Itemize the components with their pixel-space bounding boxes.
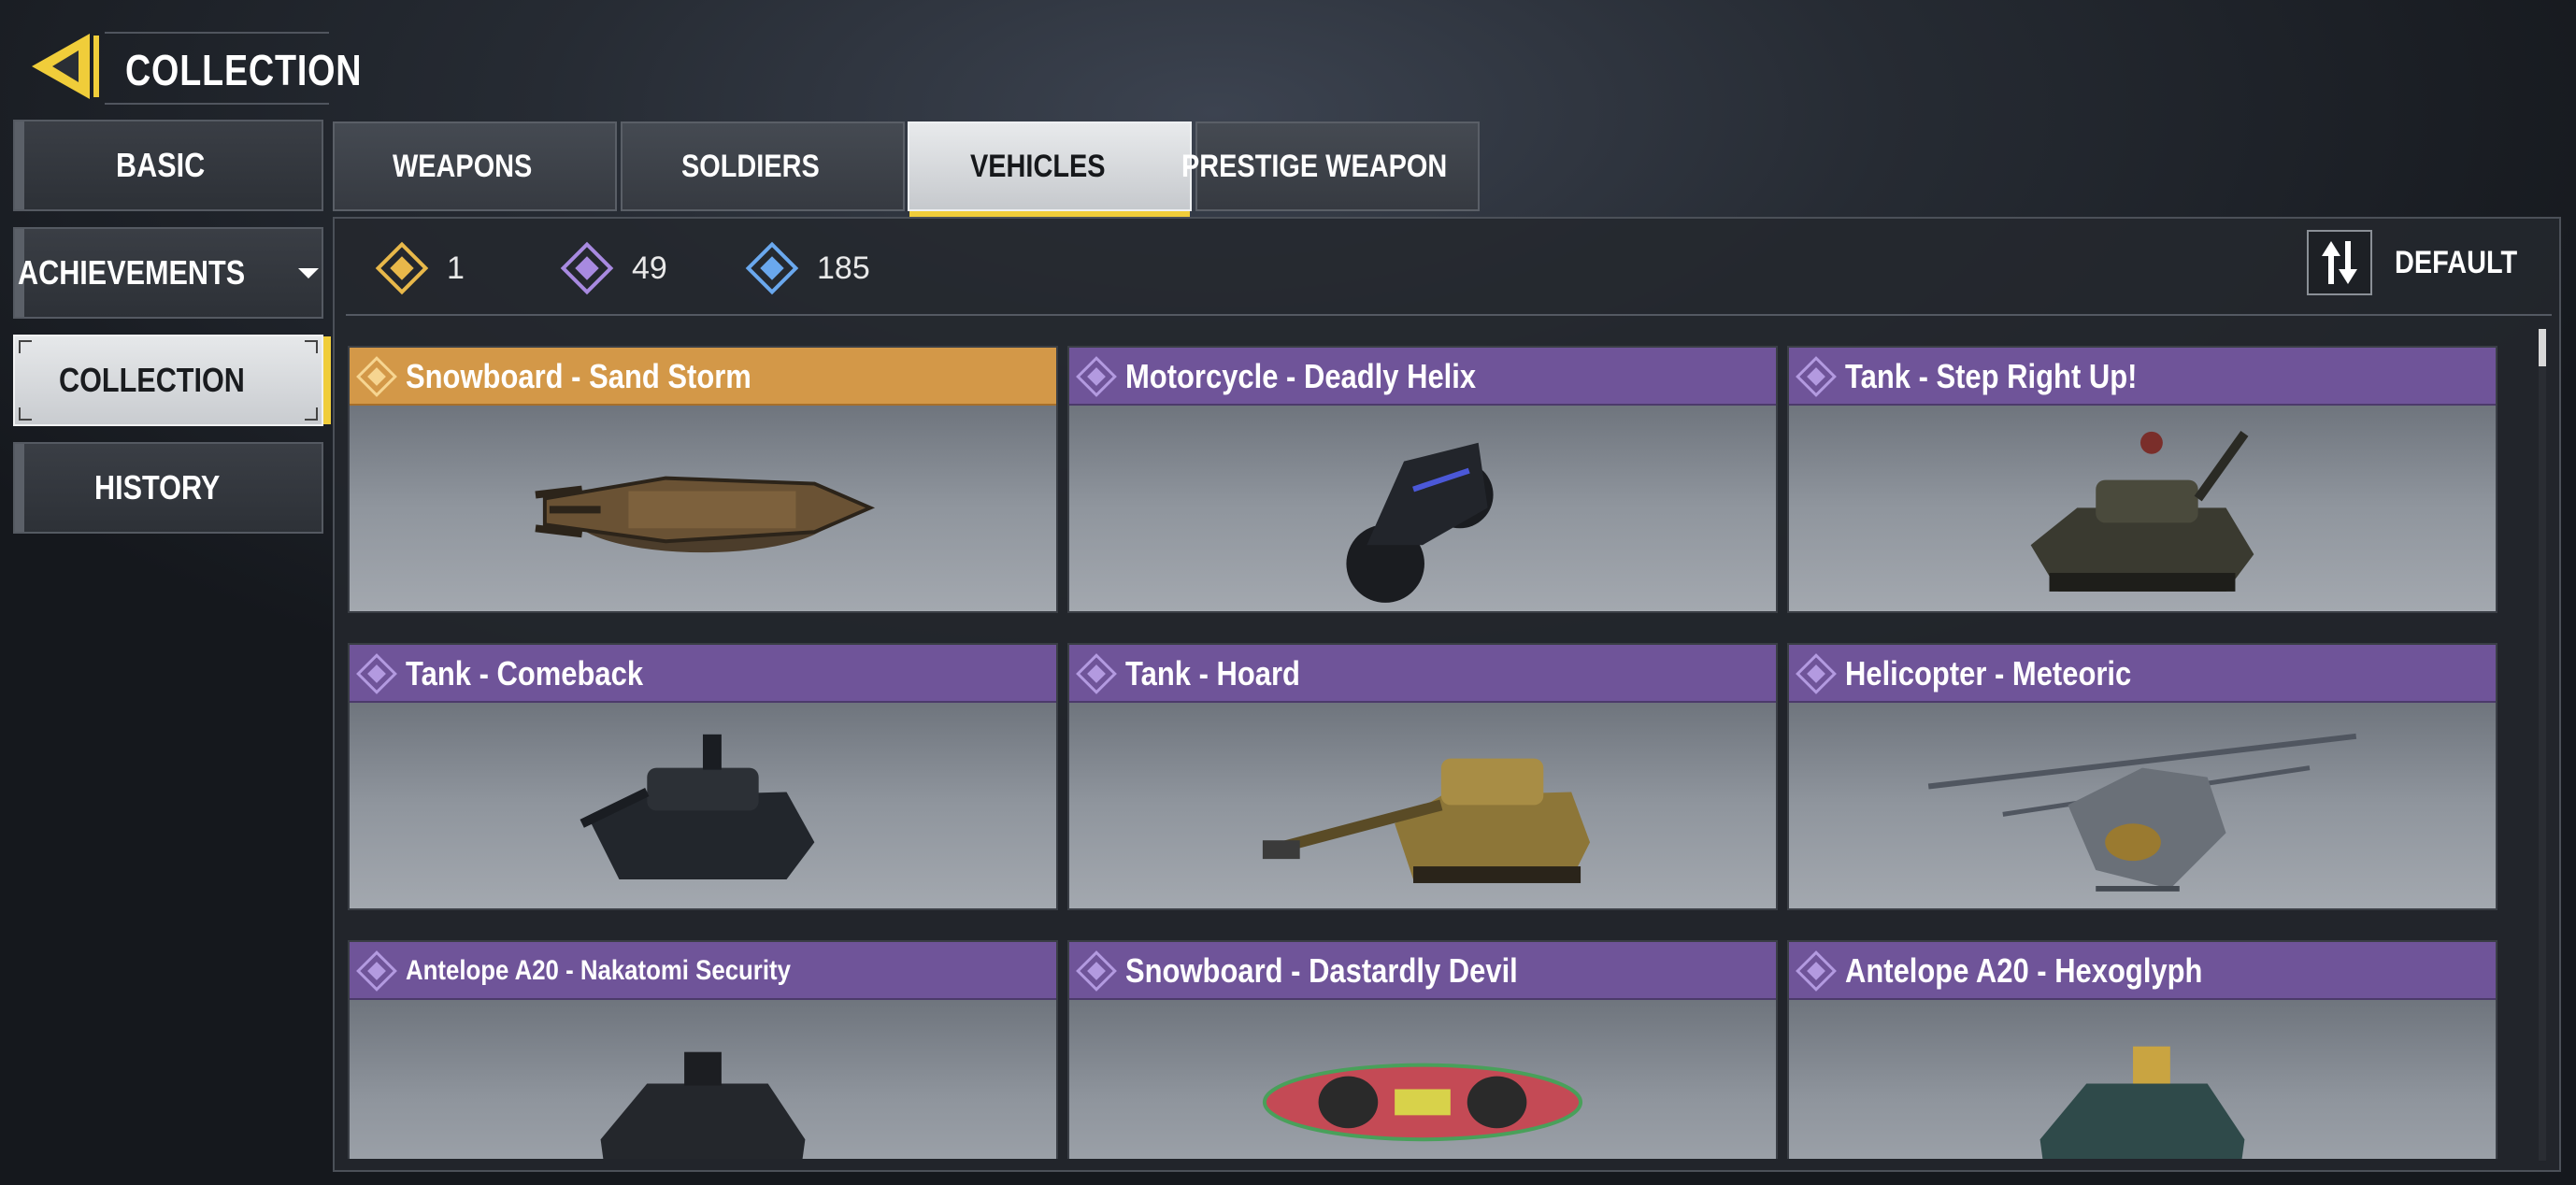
epic-diamond-icon	[1796, 356, 1837, 397]
rare-count-value: 185	[817, 250, 870, 286]
epic-count: 49	[559, 236, 667, 301]
legendary-count-value: 1	[447, 250, 465, 286]
card-title-bar: Antelope A20 - Hexoglyph	[1789, 942, 2496, 1000]
card-title-bar: Tank - Comeback	[350, 645, 1056, 703]
card-title-bar: Antelope A20 - Nakatomi Security	[350, 942, 1056, 1000]
card-title-bar: Tank - Step Right Up!	[1789, 348, 2496, 406]
card-title-bar: Tank - Hoard	[1069, 645, 1776, 703]
sidebar-item-label: BASIC	[115, 146, 206, 184]
vehicle-card-snowboard-sand-storm[interactable]: Snowboard - Sand Storm	[348, 346, 1058, 613]
card-title: Tank - Hoard	[1125, 654, 1300, 692]
card-title: Tank - Step Right Up!	[1845, 357, 2138, 395]
sidebar-item-label: ACHIEVEMENTS	[17, 253, 246, 292]
vehicle-card-antelope-a20-nakatomi-security[interactable]: Antelope A20 - Nakatomi Security	[348, 940, 1058, 1159]
epic-diamond-icon	[1796, 653, 1837, 694]
tab-label: SOLDIERS	[681, 148, 820, 184]
epic-count-value: 49	[632, 250, 667, 286]
card-title-bar: Helicopter - Meteoric	[1789, 645, 2496, 703]
rare-count: 185	[744, 236, 870, 301]
tab-weapons[interactable]: WEAPONS	[333, 121, 617, 211]
tank-image	[2030, 430, 2254, 592]
back-arrow-icon[interactable]	[28, 30, 103, 103]
epic-diamond-icon	[560, 241, 614, 295]
dropdown-caret-icon	[298, 267, 320, 278]
sidebar-item-history[interactable]: HISTORY	[13, 442, 323, 534]
epic-diamond-icon	[356, 653, 397, 694]
scrollbar-thumb[interactable]	[2539, 329, 2546, 366]
card-title: Tank - Comeback	[406, 654, 644, 692]
sidebar-item-label: COLLECTION	[59, 361, 245, 399]
snowboard-image	[535, 476, 876, 553]
card-title-bar: Motorcycle - Deadly Helix	[1069, 348, 1776, 406]
card-title: Motorcycle - Deadly Helix	[1125, 357, 1477, 395]
page-title: COLLECTION	[125, 46, 363, 94]
card-title-bar: Snowboard - Dastardly Devil	[1069, 942, 1776, 1000]
vehicle-card-helicopter-meteoric[interactable]: Helicopter - Meteoric	[1787, 643, 2497, 910]
legendary-diamond-icon	[375, 241, 429, 295]
antelope-image	[2039, 1046, 2245, 1159]
tab-vehicles[interactable]: VEHICLES	[908, 121, 1192, 217]
card-title: Snowboard - Dastardly Devil	[1125, 951, 1518, 990]
card-title: Helicopter - Meteoric	[1845, 654, 2132, 692]
tab-prestige-weapon[interactable]: PRESTIGE WEAPON	[1181, 121, 1480, 211]
sidebar-item-label: HISTORY	[93, 468, 221, 507]
epic-diamond-icon	[1796, 950, 1837, 992]
sidebar-item-achievements[interactable]: ACHIEVEMENTS	[13, 227, 323, 319]
vehicle-card-antelope-a20-hexoglyph[interactable]: Antelope A20 - Hexoglyph	[1787, 940, 2497, 1159]
panel-divider	[346, 314, 2552, 316]
antelope-image	[600, 1051, 806, 1159]
motorcycle-image	[1346, 442, 1494, 603]
card-title: Snowboard - Sand Storm	[406, 357, 751, 395]
tab-label: PRESTIGE WEAPON	[1181, 148, 1448, 184]
snowboard-image	[1262, 1063, 1583, 1142]
card-title: Antelope A20 - Nakatomi Security	[406, 955, 791, 986]
card-title-bar: Snowboard - Sand Storm	[350, 348, 1056, 406]
helicopter-image	[1927, 733, 2357, 892]
vehicle-card-tank-hoard[interactable]: Tank - Hoard	[1067, 643, 1778, 910]
legendary-diamond-icon	[356, 356, 397, 397]
vehicle-card-tank-comeback[interactable]: Tank - Comeback	[348, 643, 1058, 910]
sort-icon	[2322, 241, 2357, 284]
rare-diamond-icon	[745, 241, 799, 295]
epic-diamond-icon	[356, 950, 397, 992]
vehicle-grid: Snowboard - Sand Storm Motorcycle - Dead…	[348, 346, 2497, 1159]
epic-diamond-icon	[1076, 950, 1117, 992]
epic-diamond-icon	[1076, 653, 1117, 694]
tank-image	[1262, 758, 1591, 883]
sidebar-item-collection[interactable]: COLLECTION	[13, 335, 331, 426]
tab-label: WEAPONS	[393, 148, 533, 184]
vehicle-card-tank-step-right-up[interactable]: Tank - Step Right Up!	[1787, 346, 2497, 613]
card-title: Antelope A20 - Hexoglyph	[1845, 951, 2203, 990]
sidebar-item-basic[interactable]: BASIC	[13, 120, 323, 211]
sort-button[interactable]	[2307, 230, 2372, 295]
sort-label[interactable]: DEFAULT	[2395, 245, 2517, 281]
scrollbar-track[interactable]	[2539, 329, 2546, 1161]
epic-diamond-icon	[1076, 356, 1117, 397]
legendary-count: 1	[374, 236, 465, 301]
tab-label: VEHICLES	[969, 148, 1106, 184]
page-title-frame: COLLECTION	[105, 32, 362, 105]
vehicle-card-snowboard-dastardly-devil[interactable]: Snowboard - Dastardly Devil	[1067, 940, 1778, 1159]
tab-soldiers[interactable]: SOLDIERS	[621, 121, 905, 211]
vehicle-card-motorcycle-deadly-helix[interactable]: Motorcycle - Deadly Helix	[1067, 346, 1778, 613]
tank-image	[580, 734, 815, 879]
